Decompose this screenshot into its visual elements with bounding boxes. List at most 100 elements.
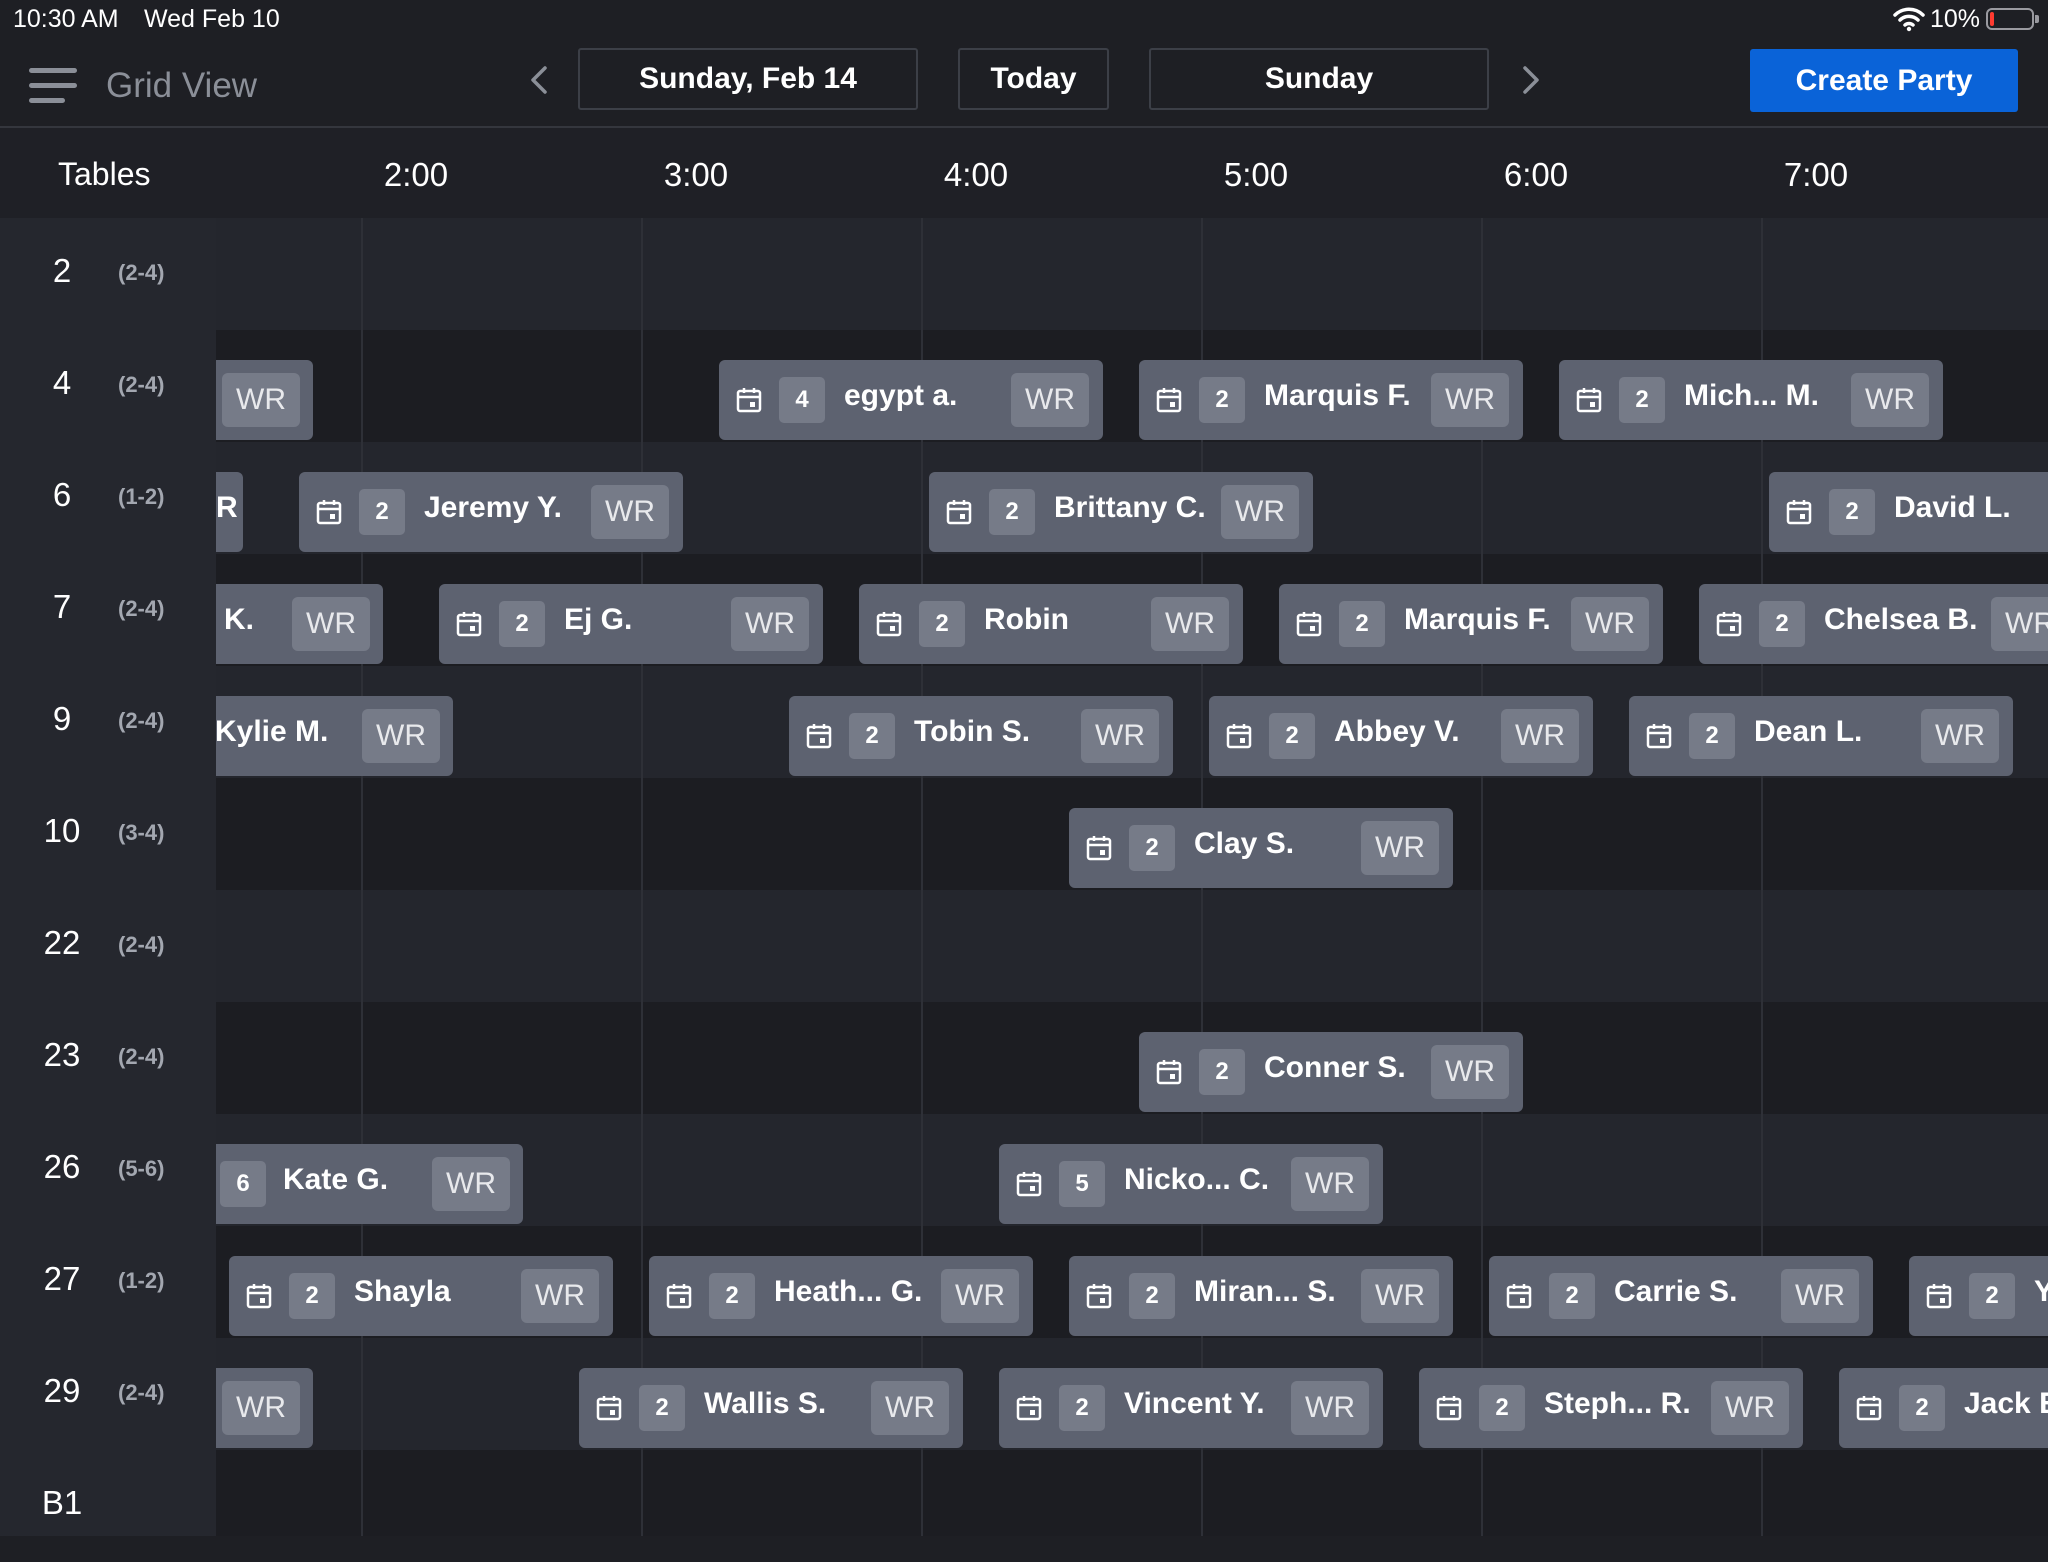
wifi-icon [1893, 7, 1925, 32]
calendar-icon [1646, 724, 1672, 749]
reservation-block[interactable]: 2 Tobin S. WR [789, 696, 1173, 776]
wr-badge: WR [362, 709, 440, 763]
reservation-block[interactable]: 2 Dean L. WR [1629, 696, 2013, 776]
reservation-block[interactable]: WR [216, 1368, 313, 1448]
reservation-block[interactable]: 2 Y [1909, 1256, 2048, 1336]
reservation-block[interactable]: 2 Ej G. WR [439, 584, 823, 664]
reservation-block[interactable]: 2 Clay S. WR [1069, 808, 1453, 888]
guest-name: Kate G. [283, 1163, 389, 1196]
wr-badge: WR [941, 1269, 1019, 1323]
chevron-left-icon[interactable] [520, 60, 560, 100]
reservation-block[interactable]: WR [216, 360, 313, 440]
reservation-block[interactable]: 2 Conner S. WR [1139, 1032, 1523, 1112]
time-label: 5:00 [1223, 156, 1289, 193]
today-button[interactable]: Today [958, 48, 1109, 110]
reservation-block[interactable]: 4 egypt a. WR [719, 360, 1103, 440]
day-selector[interactable]: Sunday [1149, 48, 1489, 110]
table-label[interactable]: 10 (3-4) [0, 778, 216, 890]
calendar-icon [1506, 1284, 1532, 1309]
reservation-block[interactable]: 2 Marquis F. WR [1279, 584, 1663, 664]
guest-name: Y [2034, 1275, 2048, 1308]
party-size-badge: 2 [1269, 713, 1315, 759]
table-capacity: (2-4) [118, 708, 165, 733]
hamburger-menu-icon[interactable] [29, 68, 77, 104]
table-label[interactable]: 6 (1-2) [0, 442, 216, 554]
grid-row [216, 1450, 2048, 1536]
calendar-icon [1786, 500, 1812, 525]
wr-badge: WR [1431, 373, 1509, 427]
table-label[interactable]: 7 (2-4) [0, 554, 216, 666]
calendar-icon [1086, 1284, 1112, 1309]
reservation-block[interactable]: K. WR [216, 584, 383, 664]
table-label[interactable]: 27 (1-2) [0, 1226, 216, 1338]
reservation-block[interactable]: Kylie M. WR [216, 696, 453, 776]
wr-badge: WR [1221, 485, 1299, 539]
reservation-grid: WR 4 egypt a. WR 2 Marquis F. WR 2 Mich.… [216, 218, 2048, 1536]
table-label[interactable]: 22 (2-4) [0, 890, 216, 1002]
reservation-block[interactable]: 2 Wallis S. WR [579, 1368, 963, 1448]
reservation-block[interactable]: 5 Nicko... C. WR [999, 1144, 1383, 1224]
reservation-block[interactable]: 2 Miran... S. WR [1069, 1256, 1453, 1336]
guest-name: Abbey V. [1334, 715, 1460, 748]
party-size-badge: 2 [359, 489, 405, 535]
party-size-badge: 4 [779, 377, 825, 423]
guest-name: Jeremy Y. [424, 491, 562, 524]
reservation-block[interactable]: R [216, 472, 243, 552]
table-label[interactable]: 9 (2-4) [0, 666, 216, 778]
calendar-icon [1086, 836, 1112, 861]
table-number: 29 [43, 1372, 81, 1409]
wr-badge: WR [432, 1157, 510, 1211]
reservation-block[interactable]: 2 Chelsea B. WR [1699, 584, 2048, 664]
wr-badge: WR [871, 1381, 949, 1435]
guest-name: Jack E [1964, 1387, 2048, 1420]
calendar-icon [456, 612, 482, 637]
reservation-block[interactable]: 2 Jack E [1839, 1368, 2048, 1448]
grid-row [216, 1002, 2048, 1114]
reservation-block[interactable]: 2 Mich... M. WR [1559, 360, 1943, 440]
reservation-block[interactable]: 2 Carrie S. WR [1489, 1256, 1873, 1336]
time-label: 7:00 [1783, 156, 1849, 193]
reservation-block[interactable]: 2 Vincent Y. WR [999, 1368, 1383, 1448]
party-size-badge: 5 [1059, 1161, 1105, 1207]
reservation-block[interactable]: 2 Marquis F. WR [1139, 360, 1523, 440]
table-label[interactable]: 4 (2-4) [0, 330, 216, 442]
create-party-button[interactable]: Create Party [1750, 49, 2018, 112]
table-label[interactable]: 26 (5-6) [0, 1114, 216, 1226]
date-selector[interactable]: Sunday, Feb 14 [578, 48, 918, 110]
party-size-badge: 2 [1829, 489, 1875, 535]
reservation-block[interactable]: 2 Shayla WR [229, 1256, 613, 1336]
guest-name: Mich... M. [1684, 379, 1819, 412]
calendar-icon [1226, 724, 1252, 749]
table-label[interactable]: 2 (2-4) [0, 218, 216, 330]
table-label[interactable]: 29 (2-4) [0, 1338, 216, 1450]
wr-badge: WR [1361, 1269, 1439, 1323]
table-label[interactable]: 23 (2-4) [0, 1002, 216, 1114]
guest-name: Robin [984, 603, 1069, 636]
calendar-icon [1856, 1396, 1882, 1421]
wr-badge: WR [1291, 1157, 1369, 1211]
guest-name: Marquis F. [1404, 603, 1551, 636]
reservation-block[interactable]: 2 Abbey V. WR [1209, 696, 1593, 776]
reservation-block[interactable]: 2 Heath... G. WR [649, 1256, 1033, 1336]
reservation-block[interactable]: 2 Brittany C. WR [929, 472, 1313, 552]
chevron-right-icon[interactable] [1510, 60, 1550, 100]
party-size-badge: 2 [1619, 377, 1665, 423]
status-date: Wed Feb 10 [144, 5, 280, 33]
reservation-block[interactable]: 6 Kate G. WR [216, 1144, 523, 1224]
reservation-block[interactable]: 2 David L. [1769, 472, 2048, 552]
reservation-block[interactable]: 2 Robin WR [859, 584, 1243, 664]
status-time: 10:30 AM [13, 5, 119, 33]
guest-name: Carrie S. [1614, 1275, 1738, 1308]
wr-badge: WR [1851, 373, 1929, 427]
wr-badge: WR [1501, 709, 1579, 763]
reservation-block[interactable]: 2 Jeremy Y. WR [299, 472, 683, 552]
wr-badge: WR [1081, 709, 1159, 763]
reservation-block[interactable]: 2 Steph... R. WR [1419, 1368, 1803, 1448]
table-capacity: (2-4) [118, 1044, 165, 1069]
grid-row [216, 890, 2048, 1002]
party-size-badge: 2 [289, 1273, 335, 1319]
wr-badge: WR [1921, 709, 1999, 763]
wr-badge: WR [222, 373, 300, 427]
table-label[interactable]: B1 [0, 1450, 216, 1562]
calendar-icon [1926, 1284, 1952, 1309]
